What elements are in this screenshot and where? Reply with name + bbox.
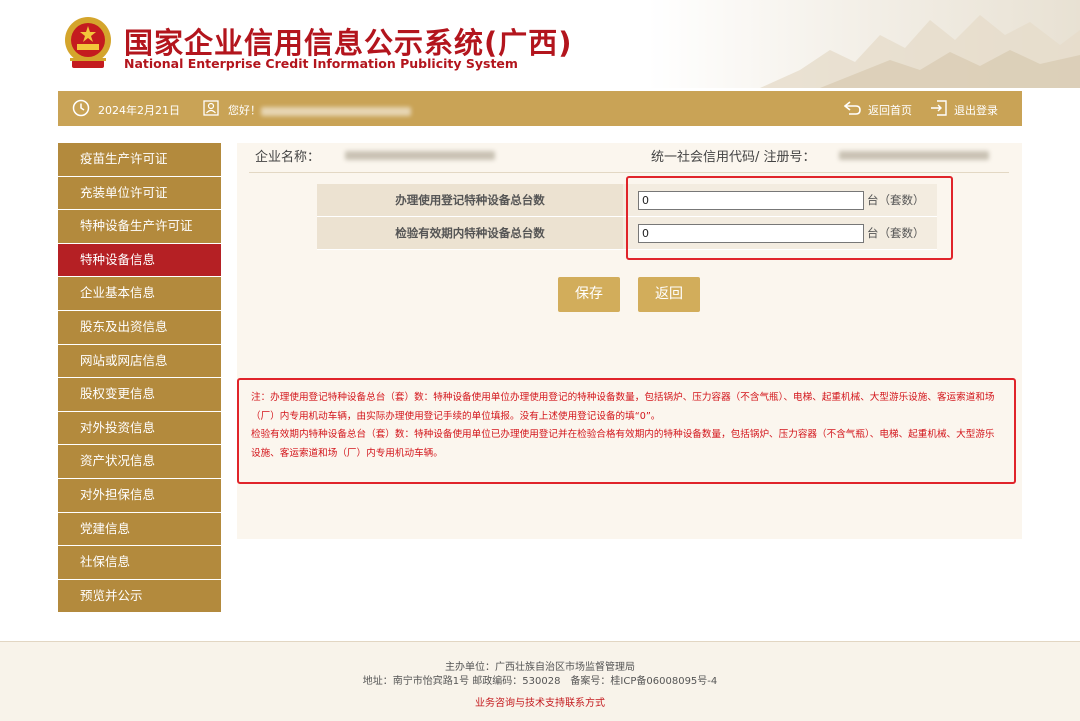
footer-address: 地址：南宁市怡宾路1号 邮政编码：530028 备案号：桂ICP备0600809…: [362, 676, 718, 687]
sidebar-item-website-info[interactable]: 网站或网店信息: [58, 344, 221, 379]
company-info-row: 企业名称： 统一社会信用代码/ 注册号：: [249, 143, 1009, 173]
sidebar-item-filling-license[interactable]: 充装单位许可证: [58, 176, 221, 211]
redacted-credit-code: [839, 151, 989, 160]
clock-icon: [72, 99, 90, 117]
valid-inspection-count-label: 检验有效期内特种设备总台数: [317, 217, 623, 249]
sidebar-item-guarantee-info[interactable]: 对外担保信息: [58, 478, 221, 513]
site-header: 国家企业信用信息公示系统(广西) National Enterprise Cre…: [0, 0, 1080, 88]
sidebar-item-asset-info[interactable]: 资产状况信息: [58, 445, 221, 479]
sidebar-item-basic-info[interactable]: 企业基本信息: [58, 277, 221, 311]
input-highlight-box: [626, 176, 953, 260]
footer-sponsor: 主办单位：广西壮族自治区市场监督管理局: [445, 662, 635, 673]
sidebar-item-special-equipment-production-license[interactable]: 特种设备生产许可证: [58, 210, 221, 244]
note-paragraph-registered: 注：办理使用登记特种设备总台（套）数：特种设备使用单位办理使用登记的特种设备数量…: [251, 392, 995, 422]
sidebar-item-preview-publish[interactable]: 预览并公示: [58, 579, 221, 614]
sidebar-menu: 疫苗生产许可证 充装单位许可证 特种设备生产许可证 特种设备信息 企业基本信息 …: [58, 143, 221, 614]
sidebar-item-special-equipment-info[interactable]: 特种设备信息: [58, 243, 221, 278]
logout-link[interactable]: 退出登录: [954, 102, 998, 118]
return-home-link[interactable]: 返回首页: [868, 102, 912, 118]
credit-code-label: 统一社会信用代码/ 注册号：: [651, 150, 816, 165]
site-footer: 主办单位：广西壮族自治区市场监督管理局 地址：南宁市怡宾路1号 邮政编码：530…: [0, 641, 1080, 721]
sidebar-item-party-building[interactable]: 党建信息: [58, 512, 221, 547]
national-emblem-icon: [65, 17, 111, 68]
sidebar-item-investment-info[interactable]: 对外投资信息: [58, 411, 221, 446]
save-button[interactable]: 保存: [558, 277, 620, 312]
info-bar: 2024年2月21日 您好！ 返回首页 退出登录: [58, 91, 1022, 126]
back-arrow-icon[interactable]: [844, 101, 862, 115]
redacted-username: [261, 106, 411, 116]
main-panel: 企业名称： 统一社会信用代码/ 注册号： 办理使用登记特种设备总台数 台（套数）…: [237, 143, 1022, 539]
sidebar-item-social-security[interactable]: 社保信息: [58, 546, 221, 580]
note-box: 注：办理使用登记特种设备总台（套）数：特种设备使用单位办理使用登记的特种设备数量…: [237, 378, 1016, 484]
sidebar-item-vaccine-license[interactable]: 疫苗生产许可证: [58, 143, 221, 177]
sidebar-item-equity-change[interactable]: 股权变更信息: [58, 378, 221, 412]
current-date: 2024年2月21日: [98, 104, 180, 117]
company-name-label: 企业名称：: [255, 150, 321, 165]
footer-contact-link[interactable]: 业务咨询与技术支持联系方式: [0, 694, 1080, 709]
registered-count-label: 办理使用登记特种设备总台数: [317, 184, 623, 216]
note-paragraph-inspection: 检验有效期内特种设备总台（套）数：特种设备使用单位已办理使用登记并在检验合格有效…: [251, 429, 995, 459]
site-subtitle: National Enterprise Credit Information P…: [124, 56, 518, 71]
redacted-company-name: [345, 151, 495, 160]
sidebar-item-shareholder-info[interactable]: 股东及出资信息: [58, 310, 221, 345]
back-button[interactable]: 返回: [638, 277, 700, 312]
logout-icon[interactable]: [930, 99, 948, 117]
user-greeting: 您好！: [228, 102, 411, 118]
user-icon: [203, 100, 219, 116]
mountain-decoration: [760, 15, 1080, 88]
